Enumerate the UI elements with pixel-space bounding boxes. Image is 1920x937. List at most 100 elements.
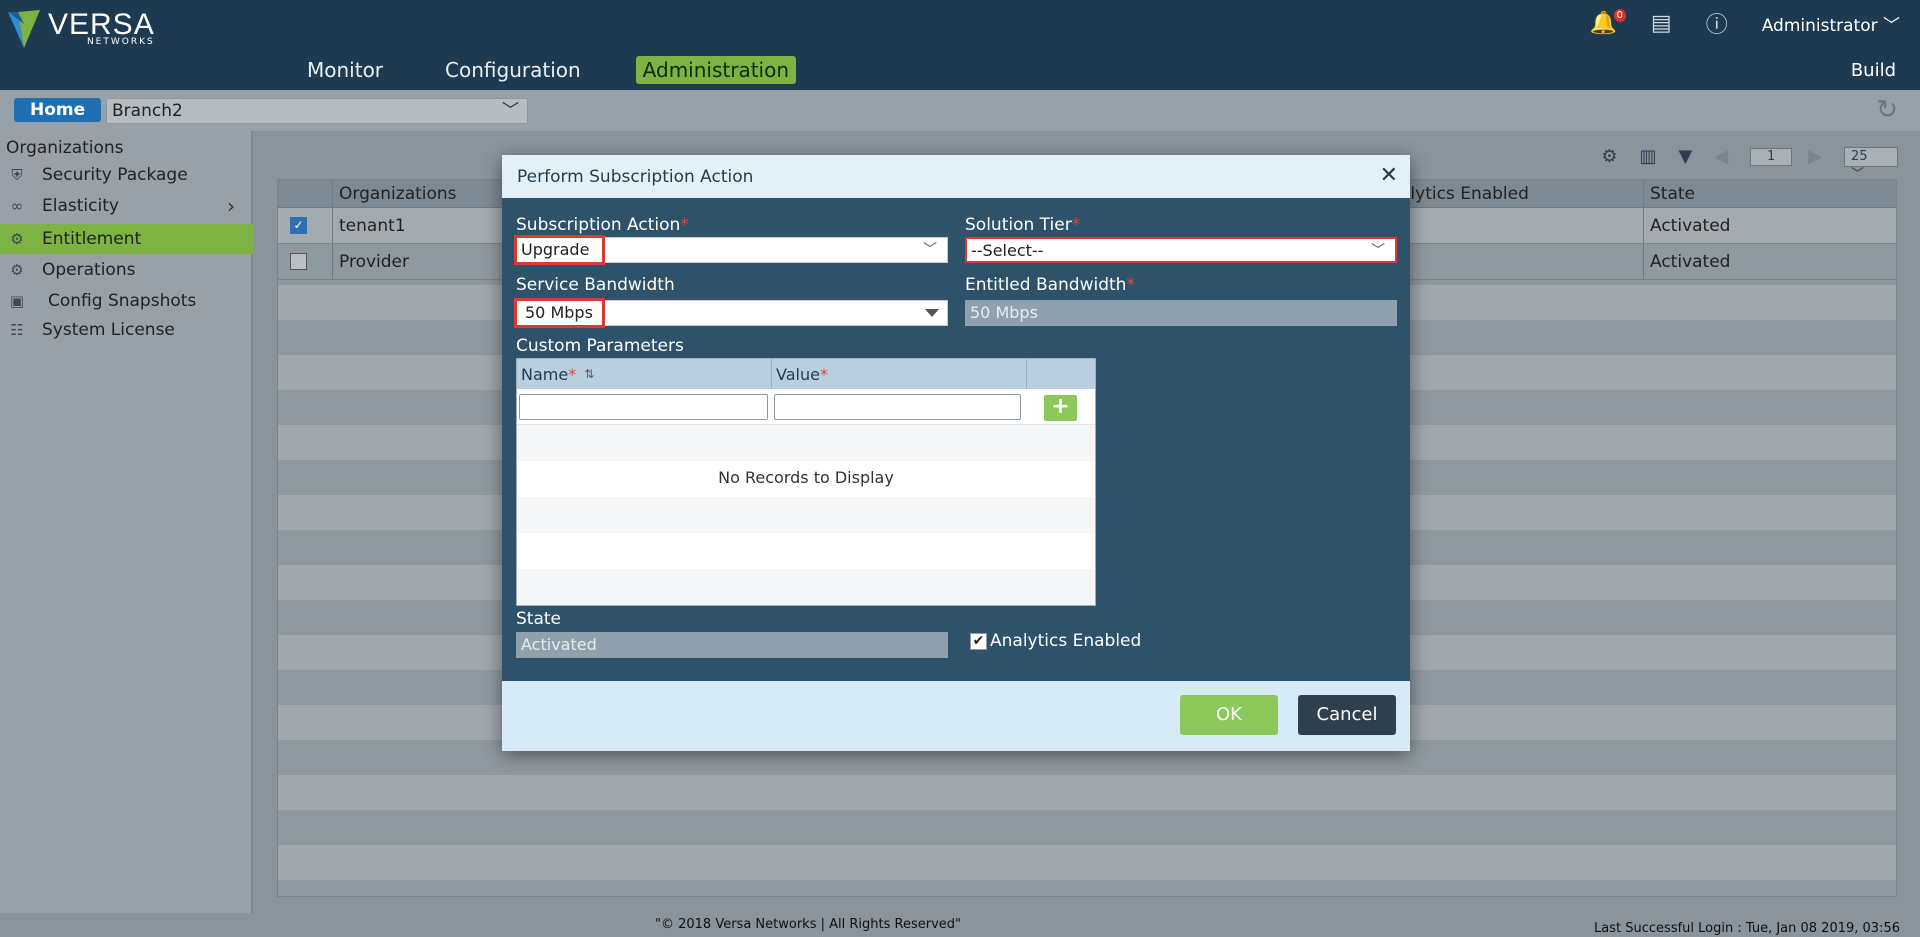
col-analytics-enabled[interactable]: alytics Enabled	[1394, 180, 1594, 207]
row-checkbox[interactable]	[290, 253, 307, 270]
info-icon[interactable]: ⓘ	[1706, 7, 1728, 39]
label-text: Entitled Bandwidth	[965, 275, 1127, 295]
last-login-text: Last Successful Login : Tue, Jan 08 2019…	[1594, 921, 1900, 936]
no-records-text: No Records to Display	[718, 468, 894, 487]
settings-icon[interactable]: ⚙	[1601, 146, 1617, 167]
add-param-button[interactable]: +	[1044, 395, 1077, 421]
license-icon: ☷	[10, 321, 24, 339]
col-value-text: Value	[776, 364, 820, 384]
entitled-bandwidth-field: 50 Mbps	[965, 300, 1397, 326]
branch-select[interactable]: Branch2 ﹀	[106, 98, 528, 124]
sidebar-item-label: Config Snapshots	[48, 291, 197, 311]
required-mark: *	[1071, 215, 1081, 235]
sort-icon[interactable]: ⇅	[584, 367, 594, 381]
sidebar-item-label: System License	[42, 320, 175, 340]
entitled-bandwidth-value: 50 Mbps	[970, 303, 1038, 322]
col-state[interactable]: State	[1643, 180, 1893, 207]
chevron-right-icon: ›	[227, 194, 235, 218]
close-icon[interactable]: ✕	[1380, 163, 1398, 188]
nav-administration[interactable]: Administration	[635, 56, 797, 84]
param-value-input[interactable]	[774, 394, 1021, 420]
sidebar-item-system-license[interactable]: ☷ System License	[0, 315, 253, 345]
col-actions	[1027, 359, 1097, 389]
custom-params-header: Name * ⇅ Value *	[517, 359, 1095, 389]
required-mark: *	[819, 364, 828, 384]
home-button[interactable]: Home	[14, 98, 102, 122]
dialog-title: Perform Subscription Action	[517, 167, 754, 187]
sidebar-item-elasticity[interactable]: ∞ Elasticity ›	[0, 191, 253, 221]
next-page-icon[interactable]: ▶	[1808, 146, 1822, 167]
logo-wordmark: VERSA	[48, 8, 155, 41]
grid-empty-row	[278, 845, 1896, 880]
context-bar: Home Branch2 ﹀ ↻	[0, 90, 1920, 131]
solution-tier-select[interactable]: --Select-- ﹀	[965, 237, 1397, 263]
sidebar-item-config-snapshots[interactable]: ▣ Config Snapshots	[0, 286, 253, 316]
sidebar-item-operations[interactable]: ⚙ Operations	[0, 255, 253, 285]
sidebar-item-label: Elasticity	[42, 196, 119, 216]
sidebar-item-security-package[interactable]: ⛨ Security Package	[0, 160, 253, 190]
sidebar-item-label: Operations	[42, 260, 136, 280]
dialog-header: Perform Subscription Action ✕	[502, 155, 1410, 198]
copyright-text: "© 2018 Versa Networks | All Rights Rese…	[655, 917, 961, 932]
page-size-value: 25	[1851, 148, 1868, 164]
footer: "© 2018 Versa Networks | All Rights Rese…	[0, 913, 1920, 937]
columns-icon[interactable]: ▥	[1639, 146, 1656, 167]
snapshot-icon: ▣	[9, 292, 25, 310]
solution-tier-label: Solution Tier*	[965, 215, 1080, 235]
sidebar-title: Organizations	[6, 138, 124, 158]
nav-configuration[interactable]: Configuration	[438, 56, 588, 84]
state-value: Activated	[521, 635, 597, 654]
nav-monitor[interactable]: Monitor	[300, 56, 390, 84]
state-field: Activated	[516, 632, 948, 658]
sidebar: Organizations ⛨ Security Package ∞ Elast…	[0, 131, 253, 913]
grid-empty-row	[517, 425, 1095, 461]
user-menu[interactable]: Administrator ﹀	[1762, 11, 1900, 36]
refresh-icon[interactable]: ↻	[1876, 95, 1898, 125]
tasks-icon[interactable]: ▤	[1651, 11, 1672, 36]
versa-logo[interactable]: VERSA NETWORKS	[6, 8, 155, 50]
row-checkbox[interactable]: ✓	[290, 217, 307, 234]
custom-params-table: Name * ⇅ Value * + No Records to Display	[516, 358, 1096, 606]
branch-select-value: Branch2	[112, 101, 183, 121]
grid-toolbar: ⚙ ▥ ▼ ◀ 1 ▶ 25 ﹀	[1601, 146, 1920, 182]
custom-params-input-row: +	[517, 389, 1095, 425]
analytics-enabled-checkbox[interactable]: ✔	[970, 633, 987, 650]
required-mark: *	[680, 215, 689, 235]
col-name[interactable]: Name * ⇅	[517, 359, 772, 389]
top-header: VERSA NETWORKS Monitor Configuration Adm…	[0, 0, 1920, 90]
grid-empty-row	[278, 775, 1896, 810]
required-mark: *	[568, 364, 577, 384]
state-label: State	[516, 609, 561, 629]
bell-icon[interactable]: 🔔 0	[1589, 8, 1626, 36]
user-name: Administrator	[1761, 15, 1878, 36]
subscription-action-label: Subscription Action*	[516, 215, 689, 235]
sidebar-item-label: Entitlement	[42, 229, 142, 249]
prev-page-icon[interactable]: ◀	[1714, 146, 1728, 167]
ok-button[interactable]: OK	[1180, 695, 1278, 735]
main-nav: Monitor Configuration Administration	[300, 56, 844, 84]
required-mark: *	[1126, 275, 1135, 295]
page-number[interactable]: 1	[1750, 147, 1793, 166]
caret-down-icon	[925, 309, 939, 317]
subscription-action-dialog: Perform Subscription Action ✕ Subscripti…	[502, 155, 1410, 751]
grid-empty-row	[517, 533, 1095, 569]
select-all-header	[278, 180, 332, 207]
chevron-down-icon: ﹀	[502, 101, 519, 121]
notification-badge: 0	[1613, 8, 1626, 22]
chevron-down-icon: ﹀	[1371, 243, 1385, 259]
grid-empty-row	[517, 569, 1095, 605]
highlight-box	[514, 298, 605, 328]
build-label[interactable]: Build	[1851, 60, 1896, 81]
col-value[interactable]: Value *	[772, 359, 1027, 389]
service-bandwidth-label: Service Bandwidth	[516, 275, 675, 295]
header-icons: 🔔 0 ▤ ⓘ Administrator ﹀	[1589, 8, 1920, 38]
sidebar-item-entitlement[interactable]: ⚙ Entitlement	[0, 224, 253, 254]
operations-icon: ⚙	[10, 261, 24, 279]
filter-icon[interactable]: ▼	[1678, 146, 1692, 167]
page-size-select[interactable]: 25 ﹀	[1844, 146, 1898, 182]
chevron-down-icon: ﹀	[1883, 15, 1900, 36]
highlight-box	[514, 235, 605, 265]
cancel-button[interactable]: Cancel	[1298, 695, 1396, 735]
chevron-down-icon: ﹀	[923, 242, 937, 258]
param-name-input[interactable]	[519, 394, 768, 420]
